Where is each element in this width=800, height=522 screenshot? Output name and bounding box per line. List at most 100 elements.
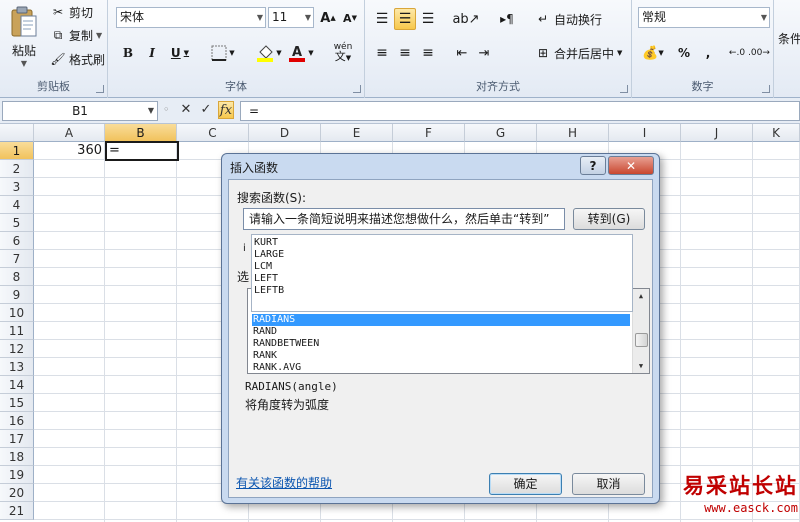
column-header-d[interactable]: D: [249, 124, 321, 142]
italic-button[interactable]: I: [142, 42, 162, 64]
align-bottom-button[interactable]: ☰: [417, 8, 439, 30]
increase-indent-button[interactable]: ⇥: [473, 42, 495, 64]
decrease-decimal-button[interactable]: .00→: [748, 42, 770, 64]
font-color-button[interactable]: A ▼: [286, 42, 316, 64]
merge-center-button[interactable]: ⊞ 合并后居中 ▼: [535, 43, 622, 63]
category-dropdown-list[interactable]: KURT LARGE LCM LEFT LEFTB: [251, 234, 633, 312]
function-list-item[interactable]: RANK.AVG: [252, 362, 630, 374]
increase-decimal-button[interactable]: ←.0: [726, 42, 748, 64]
row-header-3[interactable]: 3: [0, 178, 34, 196]
chevron-down-icon[interactable]: ▼: [257, 8, 263, 27]
column-header-h[interactable]: H: [537, 124, 609, 142]
select-all-corner[interactable]: [0, 124, 34, 142]
chevron-down-icon[interactable]: ▼: [148, 102, 154, 120]
formula-input[interactable]: =: [240, 101, 800, 121]
row-header-8[interactable]: 8: [0, 268, 34, 286]
dialog-launcher-icon[interactable]: [762, 85, 770, 93]
conditional-format-button[interactable]: 条件: [778, 30, 800, 50]
row-header-12[interactable]: 12: [0, 340, 34, 358]
bold-button[interactable]: B: [118, 42, 138, 64]
decrease-indent-button[interactable]: ⇤: [451, 42, 473, 64]
go-button[interactable]: 转到(G): [573, 208, 645, 230]
currency-button[interactable]: 💰 ▼: [638, 42, 668, 64]
cell-a1[interactable]: 360: [34, 142, 104, 160]
search-input[interactable]: 请输入一条简短说明来描述您想做什么，然后单击“转到”: [243, 208, 565, 230]
format-painter-button[interactable]: 🖌 格式刷: [50, 49, 105, 69]
function-list-scrollbar[interactable]: ▲ ▼: [632, 289, 649, 373]
row-header-15[interactable]: 15: [0, 394, 34, 412]
row-header-13[interactable]: 13: [0, 358, 34, 376]
insert-function-icon[interactable]: fx: [218, 101, 234, 119]
dialog-launcher-icon[interactable]: [353, 85, 361, 93]
column-header-a[interactable]: A: [34, 124, 105, 142]
name-box[interactable]: B1 ▼: [2, 101, 158, 121]
function-list-item[interactable]: RANK: [252, 350, 630, 362]
column-header-g[interactable]: G: [465, 124, 537, 142]
scroll-up-icon[interactable]: ▲: [633, 289, 649, 303]
row-header-4[interactable]: 4: [0, 196, 34, 214]
shrink-font-button[interactable]: A ▼: [340, 8, 360, 28]
paste-button[interactable]: 粘贴 ▼: [4, 2, 44, 72]
close-button[interactable]: ✕: [608, 156, 654, 175]
function-list-item[interactable]: RAND: [252, 326, 630, 338]
row-header-10[interactable]: 10: [0, 304, 34, 322]
row-header-17[interactable]: 17: [0, 430, 34, 448]
row-header-7[interactable]: 7: [0, 250, 34, 268]
percent-button[interactable]: %: [674, 42, 694, 64]
wrap-text-button[interactable]: ↵ 自动换行: [535, 9, 602, 29]
font-size-combo[interactable]: 11 ▼: [268, 7, 314, 28]
row-header-5[interactable]: 5: [0, 214, 34, 232]
align-top-button[interactable]: ☰: [371, 8, 393, 30]
help-button[interactable]: ?: [580, 156, 606, 175]
row-header-19[interactable]: 19: [0, 466, 34, 484]
row-header-11[interactable]: 11: [0, 322, 34, 340]
scroll-down-icon[interactable]: ▼: [633, 359, 649, 373]
cut-button[interactable]: ✂ 剪切: [50, 2, 93, 22]
dropdown-item[interactable]: KURT: [254, 237, 278, 249]
underline-button[interactable]: U ▼: [166, 42, 194, 64]
text-direction-button[interactable]: ▸¶: [493, 8, 521, 30]
dropdown-item[interactable]: LCM: [254, 261, 272, 273]
enter-formula-icon[interactable]: ✓: [198, 101, 214, 119]
dropdown-item[interactable]: LEFT: [254, 273, 278, 285]
dialog-launcher-icon[interactable]: [620, 85, 628, 93]
copy-button[interactable]: ⧉ 复制 ▼: [50, 25, 102, 45]
scroll-thumb[interactable]: [635, 333, 648, 347]
align-left-button[interactable]: ≡: [371, 42, 393, 64]
dialog-launcher-icon[interactable]: [96, 85, 104, 93]
ok-button[interactable]: 确定: [489, 473, 562, 495]
chevron-down-icon[interactable]: ▼: [761, 8, 767, 27]
column-header-j[interactable]: J: [681, 124, 753, 142]
column-header-c[interactable]: C: [177, 124, 249, 142]
function-list-item[interactable]: RANDBETWEEN: [252, 338, 630, 350]
row-header-1[interactable]: 1: [0, 142, 34, 160]
column-header-k[interactable]: K: [753, 124, 800, 142]
number-format-combo[interactable]: 常规 ▼: [638, 7, 770, 28]
border-button[interactable]: ▼: [208, 42, 238, 64]
column-header-e[interactable]: E: [321, 124, 393, 142]
row-header-18[interactable]: 18: [0, 448, 34, 466]
row-header-20[interactable]: 20: [0, 484, 34, 502]
row-header-2[interactable]: 2: [0, 160, 34, 178]
cancel-formula-icon[interactable]: ✕: [178, 101, 194, 119]
align-center-button[interactable]: ≡: [394, 42, 416, 64]
dropdown-item[interactable]: LEFTB: [254, 285, 284, 297]
row-header-14[interactable]: 14: [0, 376, 34, 394]
row-header-21[interactable]: 21: [0, 502, 34, 520]
column-header-b[interactable]: B: [105, 124, 177, 142]
function-list-item[interactable]: RADIANS: [252, 314, 630, 326]
column-header-f[interactable]: F: [393, 124, 465, 142]
orientation-button[interactable]: ab↗: [451, 8, 481, 30]
chevron-down-icon[interactable]: ▼: [305, 8, 311, 27]
grow-font-button[interactable]: A ▲: [318, 8, 338, 28]
dropdown-item[interactable]: LARGE: [254, 249, 284, 261]
comma-button[interactable]: ,: [698, 42, 718, 64]
font-name-combo[interactable]: 宋体 ▼: [116, 7, 266, 28]
row-header-9[interactable]: 9: [0, 286, 34, 304]
align-middle-button[interactable]: ☰: [394, 8, 416, 30]
row-header-16[interactable]: 16: [0, 412, 34, 430]
row-header-6[interactable]: 6: [0, 232, 34, 250]
splitter-icon[interactable]: ◦: [163, 103, 170, 116]
align-right-button[interactable]: ≡: [417, 42, 439, 64]
cancel-button[interactable]: 取消: [572, 473, 645, 495]
